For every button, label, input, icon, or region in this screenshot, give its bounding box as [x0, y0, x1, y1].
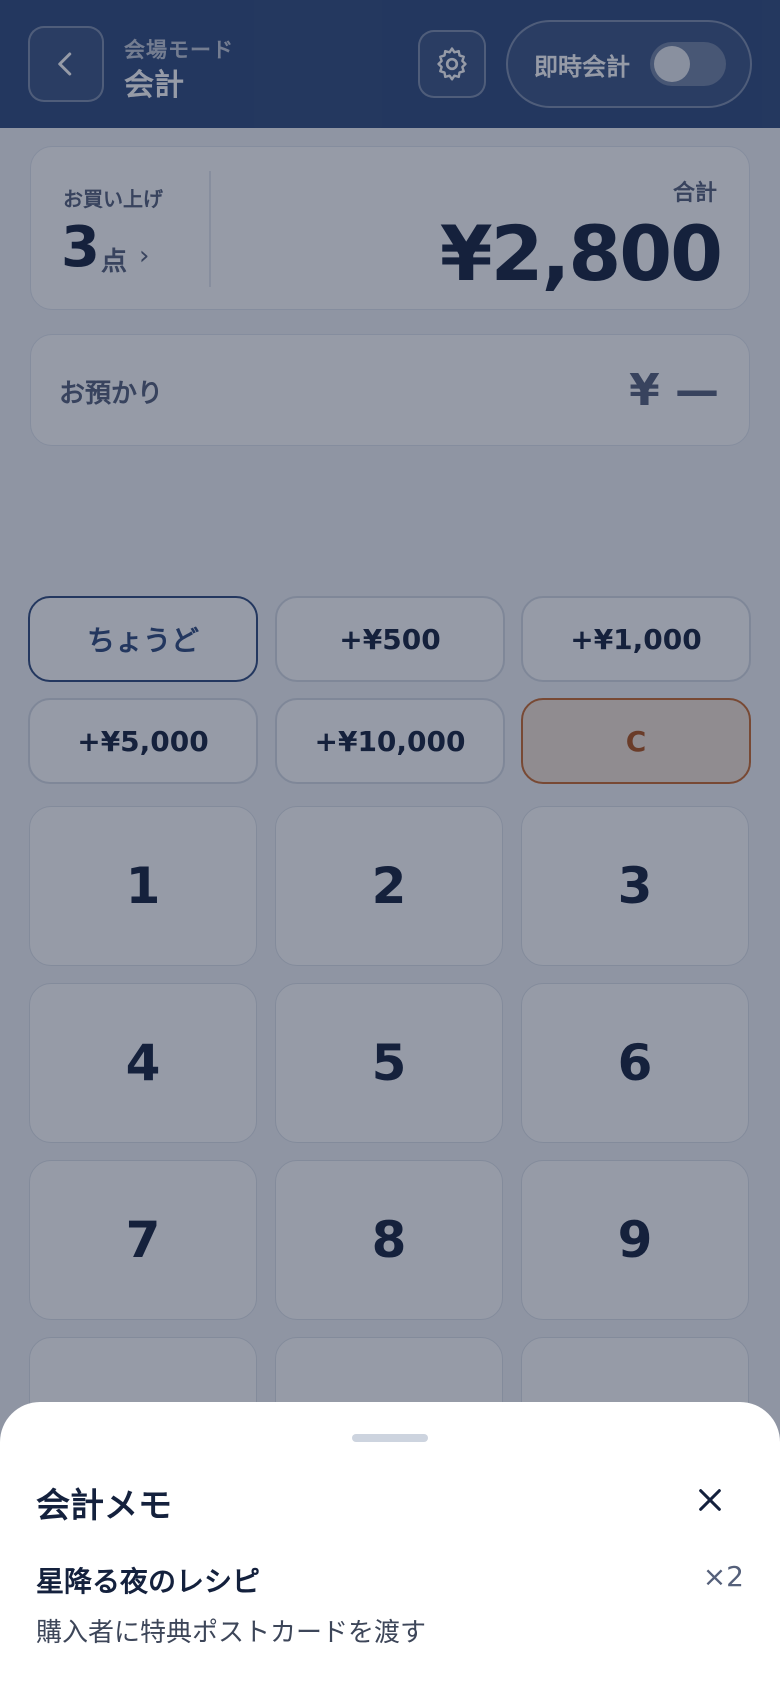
- memo-item-name: 星降る夜のレシピ: [36, 1565, 261, 1598]
- memo-item-quantity: ×2: [702, 1560, 744, 1593]
- close-icon: [699, 1489, 721, 1511]
- sheet-drag-handle[interactable]: [352, 1434, 428, 1442]
- close-button[interactable]: [690, 1478, 730, 1522]
- memo-note: 購入者に特典ポストカードを渡す: [36, 1618, 427, 1648]
- sheet-title: 会計メモ: [36, 1486, 172, 1526]
- memo-bottom-sheet: 会計メモ 星降る夜のレシピ ×2 購入者に特典ポストカードを渡す: [0, 1402, 780, 1688]
